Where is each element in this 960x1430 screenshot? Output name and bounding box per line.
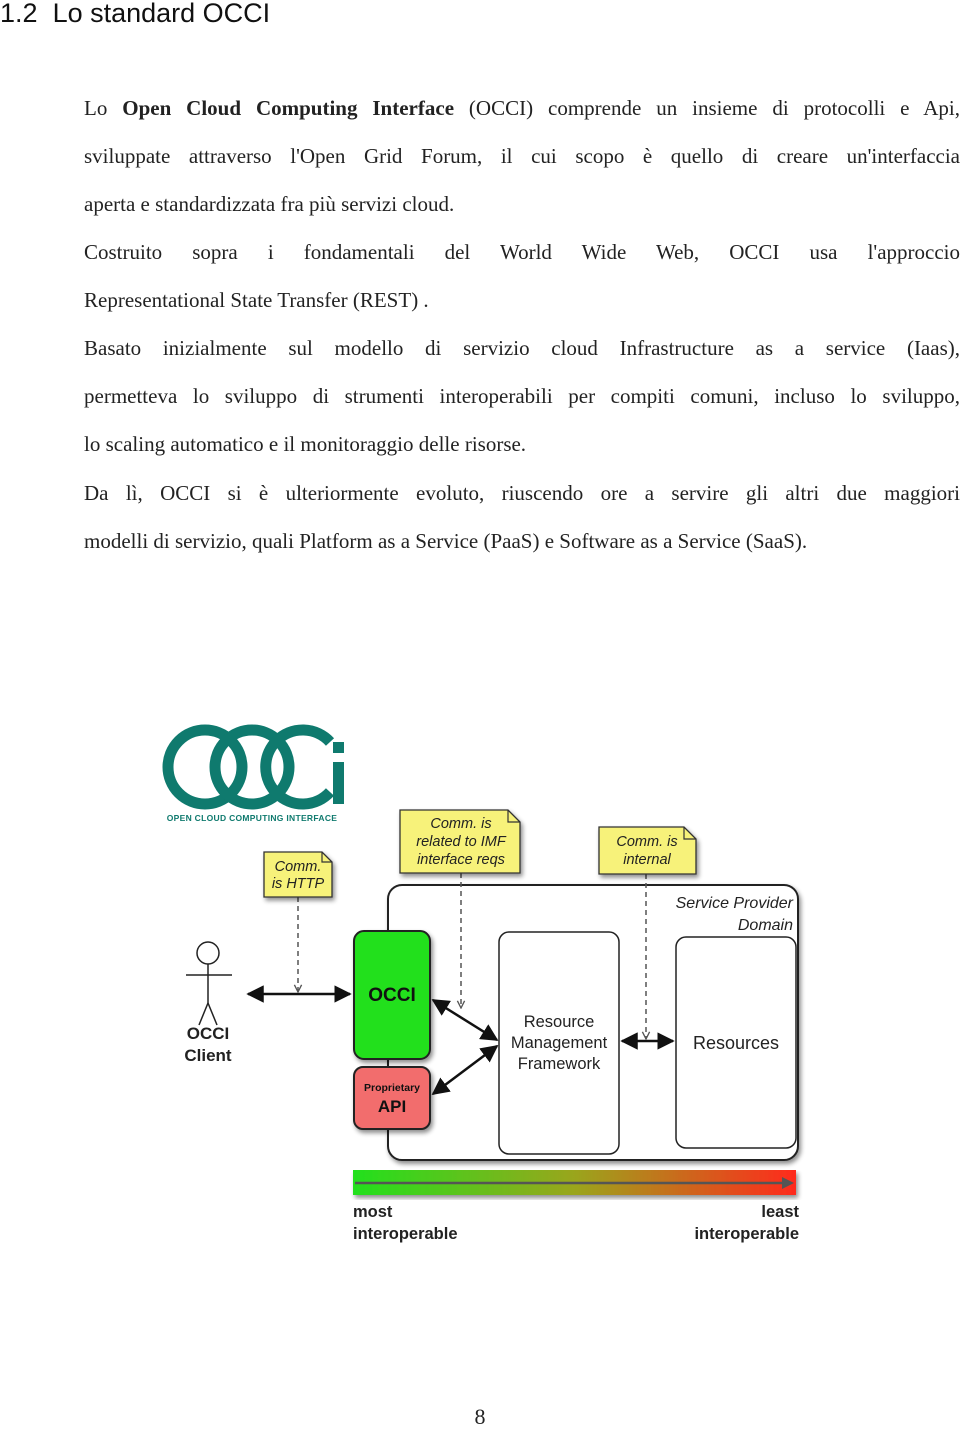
actor-label-line1: OCCI	[187, 1024, 230, 1043]
domain-label-line2: Domain	[738, 917, 793, 934]
domain-label-line1: Service Provider	[676, 895, 794, 912]
note-imf-line2: related to IMF	[416, 834, 507, 850]
occi-box-label: OCCI	[368, 985, 416, 1006]
actor-icon	[186, 941, 232, 1026]
logo-tagline: Open Cloud Computing Interface	[167, 813, 338, 823]
logo-rings	[162, 724, 335, 810]
note-imf: Comm. is related to IMF interface reqs	[399, 809, 521, 874]
occi-logo: Open Cloud Computing Interface	[162, 724, 344, 823]
occi-architecture-figure: Open Cloud Computing Interface Service P…	[162, 724, 800, 1243]
api-box-small-label: Proprietary	[364, 1082, 420, 1094]
note-imf-line1: Comm. is	[430, 816, 491, 832]
rmf-label-line1: Resource	[524, 1013, 595, 1031]
api-box-label: API	[378, 1097, 406, 1116]
note-http-line2: is HTTP	[272, 876, 325, 892]
scale-right-label-line2: interoperable	[694, 1225, 799, 1243]
logo-i-stem	[333, 762, 344, 804]
scale-left-label-line2: interoperable	[353, 1225, 458, 1243]
scale-left-label-line1: most	[353, 1203, 393, 1221]
rmf-label-line2: Management	[511, 1034, 608, 1052]
note-internal-line2: internal	[623, 852, 671, 868]
note-http-line1: Comm.	[275, 859, 322, 875]
page-number: 8	[474, 1404, 486, 1429]
scale-right-label-line1: least	[761, 1203, 799, 1221]
actor-label-line2: Client	[184, 1046, 232, 1065]
resources-label: Resources	[693, 1033, 779, 1053]
note-imf-line3: interface reqs	[417, 852, 505, 868]
note-internal-line1: Comm. is	[616, 834, 677, 850]
note-internal: Comm. is internal	[598, 826, 697, 875]
rmf-label-line3: Framework	[518, 1055, 601, 1073]
note-http: Comm. is HTTP	[263, 851, 333, 898]
logo-i-dot	[333, 742, 344, 753]
